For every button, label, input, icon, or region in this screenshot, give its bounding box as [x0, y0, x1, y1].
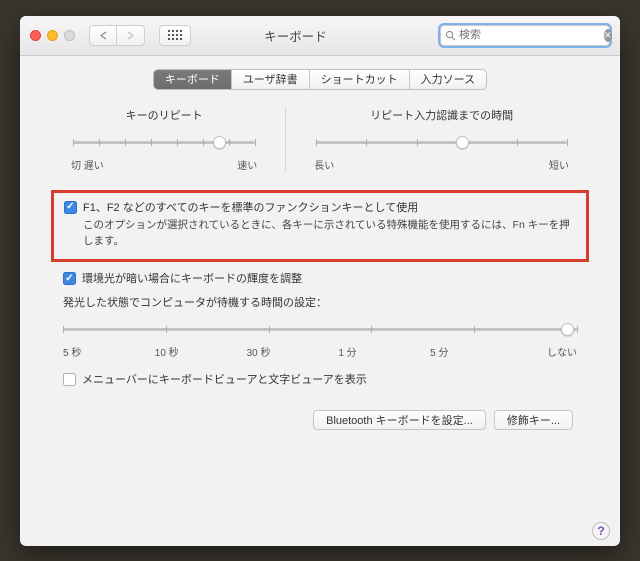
delay-title: リピート入力認識までの時間 — [310, 107, 573, 123]
search-input[interactable] — [459, 29, 601, 41]
nav-segment — [89, 25, 145, 46]
tab-input-sources[interactable]: 入力ソース — [410, 70, 486, 89]
search-icon — [445, 30, 456, 41]
titlebar: キーボード ✕ — [20, 16, 620, 56]
forward-button[interactable] — [117, 25, 145, 46]
fn-hint: このオプションが選択されているときに、各キーに示されている特殊機能を使用するには… — [83, 218, 576, 250]
footer: Bluetooth キーボードを設定... 修飾キー... — [55, 402, 585, 436]
viewer-checkbox-row[interactable]: メニューバーにキーボードビューアと文字ビューアを表示 — [63, 373, 577, 388]
tab-keyboard[interactable]: キーボード — [154, 70, 232, 89]
dim-slider[interactable] — [63, 320, 577, 340]
modifier-keys-button[interactable]: 修飾キー... — [494, 410, 573, 430]
window-title: キーボード — [159, 26, 432, 45]
back-button[interactable] — [89, 25, 117, 46]
key-repeat-group: キーのリピート 切 遅い速い — [67, 107, 261, 172]
help-button[interactable]: ? — [592, 522, 610, 540]
tab-bar: キーボード ユーザ辞書 ショートカット 入力ソース — [55, 70, 585, 89]
zoom-icon — [64, 30, 75, 41]
key-repeat-title: キーのリピート — [67, 107, 261, 123]
tab-user-dict[interactable]: ユーザ辞書 — [232, 70, 310, 89]
delay-group: リピート入力認識までの時間 長い短い — [310, 107, 573, 172]
close-icon[interactable] — [30, 30, 41, 41]
delay-slider[interactable] — [316, 133, 567, 153]
highlighted-setting: F1、F2 などのすべてのキーを標準のファンクションキーとして使用 このオプショ… — [51, 190, 589, 263]
search-field[interactable]: ✕ — [440, 25, 610, 46]
sliders-row: キーのリピート 切 遅い速い リピート入力認識までの時間 長い短い — [67, 107, 573, 172]
tab-shortcuts[interactable]: ショートカット — [310, 70, 410, 89]
dim-labels: 5 秒10 秒30 秒1 分5 分しない — [63, 344, 577, 359]
key-repeat-slider[interactable] — [73, 133, 255, 153]
viewer-section: メニューバーにキーボードビューアと文字ビューアを表示 — [63, 373, 577, 388]
keyboard-prefs-window: キーボード ✕ キーボード ユーザ辞書 ショートカット 入力ソース キーのリピー… — [20, 16, 620, 546]
minimize-icon[interactable] — [47, 30, 58, 41]
backlight-section: 環境光が暗い場合にキーボードの輝度を調整 発光した状態でコンピュータが待機する時… — [63, 272, 577, 358]
backlight-checkbox-row[interactable]: 環境光が暗い場合にキーボードの輝度を調整 — [63, 272, 577, 287]
dim-title: 発光した状態でコンピュータが待機する時間の設定： — [63, 294, 577, 310]
clear-search-icon[interactable]: ✕ — [604, 29, 612, 42]
fn-checkbox[interactable] — [64, 201, 77, 214]
content: キーボード ユーザ辞書 ショートカット 入力ソース キーのリピート 切 遅い速い… — [20, 56, 620, 546]
backlight-checkbox[interactable] — [63, 272, 76, 285]
bluetooth-keyboard-button[interactable]: Bluetooth キーボードを設定... — [313, 410, 486, 430]
fn-checkbox-row[interactable]: F1、F2 などのすべてのキーを標準のファンクションキーとして使用 — [64, 201, 576, 216]
viewer-checkbox[interactable] — [63, 373, 76, 386]
traffic-lights — [30, 30, 75, 41]
